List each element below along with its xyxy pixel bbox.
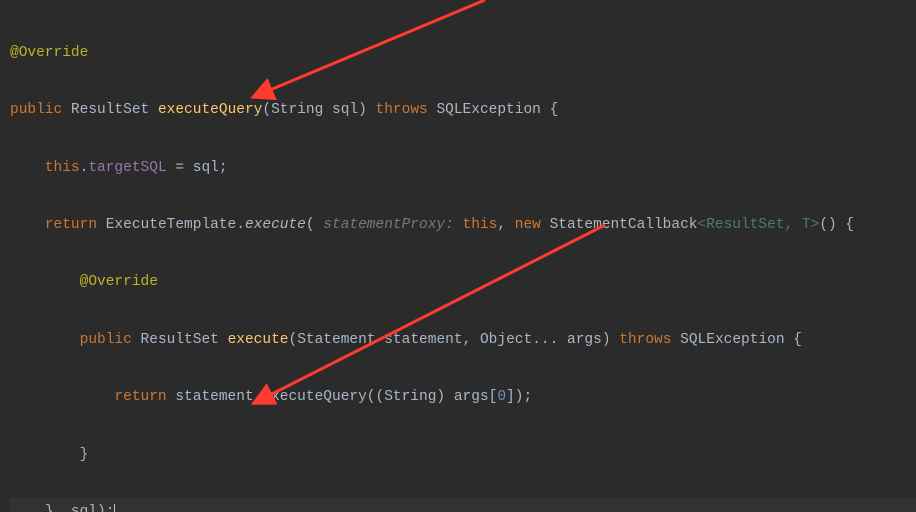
keyword: public — [10, 102, 62, 118]
inlay-hint: statementProxy: — [315, 217, 463, 233]
paren: ) — [436, 389, 453, 405]
comma: , — [463, 332, 480, 348]
generic: <ResultSet, T> — [698, 217, 820, 233]
keyword: throws — [619, 332, 671, 348]
type: ResultSet — [141, 332, 219, 348]
paren: (( — [367, 389, 384, 405]
dot: . — [236, 217, 245, 233]
type: ResultSet — [71, 102, 149, 118]
keyword: throws — [376, 102, 428, 118]
annotation: @Override — [10, 45, 88, 61]
keyword: return — [45, 217, 97, 233]
type: SQLException — [436, 102, 540, 118]
code-line: public ResultSet executeQuery(String sql… — [10, 96, 916, 125]
semicolon: ; — [219, 160, 228, 176]
keyword: return — [114, 389, 166, 405]
field: targetSQL — [88, 160, 166, 176]
varargs: ... — [532, 332, 567, 348]
var: args — [454, 389, 489, 405]
paren: () — [819, 217, 836, 233]
number: 0 — [497, 389, 506, 405]
comma: , — [54, 504, 71, 512]
paren: ( — [306, 217, 315, 233]
code-line: this.targetSQL = sql; — [10, 154, 916, 183]
var: sql — [71, 504, 97, 512]
paren: ) — [97, 504, 106, 512]
code-line: return ExecuteTemplate.execute( statemen… — [10, 211, 916, 240]
keyword: this — [45, 160, 80, 176]
code-line: } — [10, 441, 916, 470]
type: Statement — [297, 332, 375, 348]
class: ExecuteTemplate — [106, 217, 237, 233]
paren: ) — [358, 102, 367, 118]
type: Object — [480, 332, 532, 348]
brace: { — [550, 102, 559, 118]
comma: , — [497, 217, 514, 233]
code-block: @Override public ResultSet executeQuery(… — [0, 0, 916, 512]
static-call: execute — [245, 217, 306, 233]
param: sql — [332, 102, 358, 118]
paren: ) — [602, 332, 611, 348]
paren: ( — [289, 332, 298, 348]
brace: } — [80, 447, 89, 463]
param: statement — [384, 332, 462, 348]
method-name: execute — [228, 332, 289, 348]
annotation: @Override — [80, 274, 158, 290]
caret — [114, 504, 115, 512]
var: statement — [175, 389, 253, 405]
type: String — [271, 102, 323, 118]
param: args — [567, 332, 602, 348]
type: StatementCallback — [550, 217, 698, 233]
code-line: @Override — [10, 39, 916, 68]
eq: = — [167, 160, 193, 176]
bracket: ]); — [506, 389, 532, 405]
keyword: new — [515, 217, 541, 233]
code-line: public ResultSet execute(Statement state… — [10, 326, 916, 355]
type: String — [384, 389, 436, 405]
brace: { — [793, 332, 802, 348]
paren: ( — [262, 102, 271, 118]
code-line: @Override — [10, 268, 916, 297]
keyword: this — [463, 217, 498, 233]
type: SQLException — [680, 332, 784, 348]
code-line-highlight: }, sql); — [10, 498, 916, 512]
var: sql — [193, 160, 219, 176]
brace: } — [45, 504, 54, 512]
brace: { — [837, 217, 854, 233]
method-name: executeQuery — [158, 102, 262, 118]
keyword: public — [80, 332, 132, 348]
call: executeQuery — [262, 389, 366, 405]
code-line: return statement.executeQuery((String) a… — [10, 383, 916, 412]
